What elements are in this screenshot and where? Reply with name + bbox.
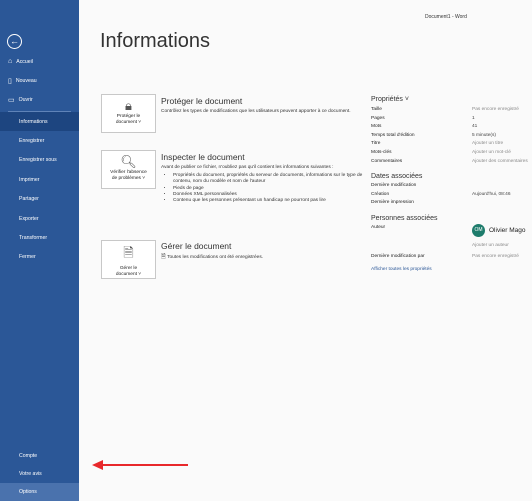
sidebar-item-accueil[interactable]: ⌂ Accueil — [0, 52, 79, 71]
date-value: Aujourd'hui, 08:46 — [472, 191, 511, 197]
manage-heading: Gérer le document — [161, 241, 232, 251]
keywords-input[interactable]: Ajouter un mot-clé — [472, 149, 511, 158]
property-label: Mots — [371, 124, 382, 130]
properties-heading[interactable]: Propriétés ˅ — [371, 96, 531, 103]
inspect-document-icon: 🔍︎ — [120, 154, 137, 169]
window-title: Document1 - Word — [425, 14, 467, 20]
property-row: Pages 1 — [371, 115, 531, 124]
inspect-section: Inspecter le document Avant de publier c… — [161, 152, 371, 204]
list-item: Contenu que les personnes présentant un … — [173, 198, 371, 204]
page-title: Informations — [100, 30, 211, 52]
property-value: Pas encore enregistré — [472, 107, 519, 112]
properties-panel: Propriétés ˅ Taille Pas encore enregistr… — [371, 96, 531, 272]
property-value: 1 — [472, 115, 475, 121]
date-row: Dernière modification — [371, 182, 531, 191]
inspect-heading: Inspecter le document — [161, 152, 245, 162]
sidebar-item-fermer[interactable]: Fermer — [0, 248, 79, 267]
sidebar-main-nav: Informations Enregistrer Enregistrer sou… — [0, 112, 79, 267]
last-modified-by-label: Dernière modification par — [371, 253, 425, 259]
author-name[interactable]: Olivier Mago — [489, 227, 525, 236]
sidebar-item-votre-avis[interactable]: Votre avis — [0, 465, 79, 483]
date-row: Dernière impression — [371, 199, 531, 208]
manage-section: Gérer le document 🗎 Toutes les modificat… — [161, 241, 371, 261]
sidebar-item-ouvrir[interactable]: ▭ Ouvrir — [0, 90, 79, 109]
property-value: 41 — [472, 124, 478, 130]
sidebar-item-nouveau[interactable]: ▯ Nouveau — [0, 71, 79, 90]
sidebar-top-nav: ⌂ Accueil ▯ Nouveau ▭ Ouvrir — [0, 52, 79, 109]
inspect-description: Avant de publier ce fichier, n'oubliez p… — [161, 165, 334, 170]
check-issues-button[interactable]: 🔍︎ Vérifier l'absence de problèmes ˅ — [101, 150, 156, 189]
home-icon: ⌂ — [8, 58, 13, 65]
property-row: Mots 41 — [371, 123, 531, 132]
last-modified-by-value: Pas encore enregistré — [472, 253, 519, 259]
manage-status-text: Toutes les modifications ont été enregis… — [167, 255, 264, 260]
property-row: Taille Pas encore enregistré — [371, 106, 531, 115]
title-input[interactable]: Ajouter un titre — [472, 140, 503, 149]
new-doc-icon: ▯ — [8, 77, 12, 85]
property-label: Mots-clés — [371, 149, 392, 155]
manage-document-icon: 🗎 — [123, 245, 134, 260]
property-label: Commentaires — [371, 158, 403, 164]
sidebar-item-label: Accueil — [16, 58, 33, 65]
sidebar-item-options[interactable]: Options — [0, 483, 79, 501]
date-label: Dernière modification — [371, 183, 417, 189]
sidebar-item-enregistrer-sous[interactable]: Enregistrer sous — [0, 151, 79, 170]
sidebar-item-compte[interactable]: Compte — [0, 447, 79, 465]
date-label: Dernière impression — [371, 200, 414, 206]
lock-icon: 🔒︎ — [125, 98, 132, 113]
check-issues-label-2: de problèmes ˅ — [111, 176, 146, 181]
protect-description: Contrôlez les types de modifications que… — [161, 109, 351, 114]
sidebar-item-enregistrer[interactable]: Enregistrer — [0, 131, 79, 150]
saved-document-icon: 🗎 — [161, 254, 166, 260]
sidebar-item-partager[interactable]: Partager — [0, 190, 79, 209]
sidebar-item-informations[interactable]: Informations — [0, 112, 79, 132]
sidebar-item-label: Ouvrir — [18, 96, 33, 103]
back-arrow-icon[interactable]: ← — [7, 34, 22, 49]
add-author-row: Ajouter un auteur — [371, 242, 531, 251]
sidebar-item-transformer[interactable]: Transformer — [0, 228, 79, 247]
protect-section: Protéger le document Contrôlez les types… — [161, 96, 371, 115]
protect-heading: Protéger le document — [161, 96, 243, 106]
show-all-properties-link[interactable]: Afficher toutes les propriétés — [371, 267, 531, 272]
add-author-input[interactable]: Ajouter un auteur — [472, 242, 509, 251]
date-row: Création Aujourd'hui, 08:46 — [371, 191, 531, 200]
property-label: Taille — [371, 107, 382, 112]
author-row: Auteur OM Olivier Mago — [371, 223, 531, 242]
folder-icon: ▭ — [8, 96, 15, 104]
list-item: Propriétés du document, propriétés du se… — [173, 173, 371, 185]
property-value: 5 minute(s) — [472, 132, 496, 138]
property-label: Temps total d'édition — [371, 132, 415, 138]
manage-button-label-2: document ˅ — [115, 272, 142, 277]
protect-document-button[interactable]: 🔒︎ Protéger le document ˅ — [101, 94, 156, 133]
avatar[interactable]: OM — [472, 223, 485, 237]
protect-button-label-2: document ˅ — [115, 120, 142, 125]
backstage-sidebar: ← ⌂ Accueil ▯ Nouveau ▭ Ouvrir Informati… — [0, 0, 79, 501]
inspect-bullet-list: Propriétés du document, propriétés du se… — [161, 173, 371, 204]
sidebar-item-imprimer[interactable]: Imprimer — [0, 170, 79, 189]
comments-input[interactable]: Ajouter des commentaires — [472, 158, 528, 167]
author-label: Auteur — [371, 224, 386, 230]
people-heading: Personnes associées — [371, 214, 438, 222]
date-label: Création — [371, 191, 390, 197]
sidebar-bottom-nav: Compte Votre avis Options — [0, 447, 79, 501]
property-row: Commentaires Ajouter des commentaires — [371, 158, 531, 167]
manage-status: 🗎 Toutes les modifications ont été enreg… — [161, 254, 371, 261]
property-row: Mots-clés Ajouter un mot-clé — [371, 149, 531, 158]
property-row: Temps total d'édition 5 minute(s) — [371, 132, 531, 141]
property-label: Titre — [371, 141, 381, 147]
red-arrow-annotation — [92, 460, 188, 470]
sidebar-item-label: Nouveau — [15, 77, 37, 84]
property-label: Pages — [371, 115, 385, 121]
dates-heading: Dates associées — [371, 173, 423, 181]
manage-document-button[interactable]: 🗎 Gérer le document ˅ — [101, 240, 156, 279]
property-row: Titre Ajouter un titre — [371, 140, 531, 149]
last-modified-by-row: Dernière modification par Pas encore enr… — [371, 253, 531, 262]
sidebar-item-exporter[interactable]: Exporter — [0, 209, 79, 228]
